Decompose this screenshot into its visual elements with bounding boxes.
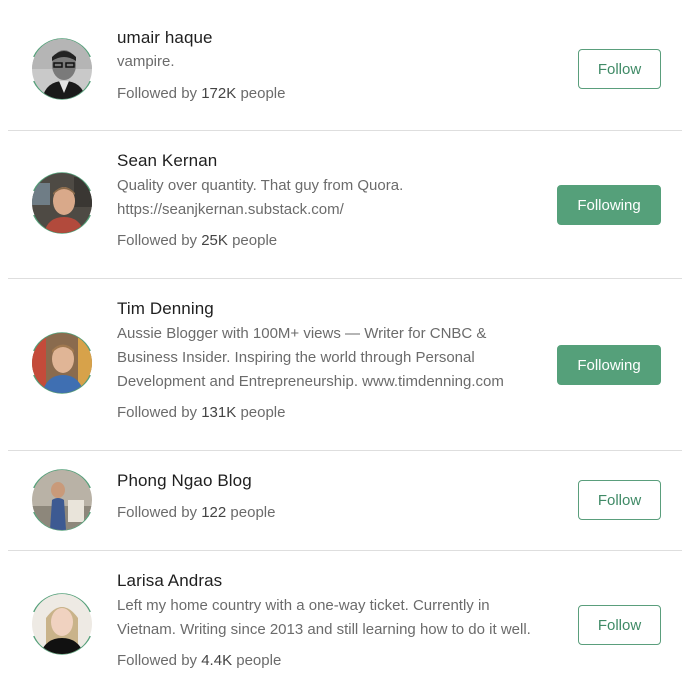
followed-prefix: Followed by [117,85,198,102]
person-name[interactable]: Larisa Andras [117,571,222,591]
followed-prefix: Followed by [117,652,198,669]
followed-by-text: Followed by 172K people [117,85,285,102]
bio-line: https://seanjkernan.substack.com/ [117,201,344,218]
person-bio: Left my home country with a one-way tick… [117,594,537,642]
list-item: Sean Kernan Quality over quantity. That … [0,131,700,278]
followed-prefix: Followed by [117,504,198,521]
follower-count: 122 [201,504,227,521]
bio-line: Business Insider. Inspiring the world th… [117,349,475,366]
person-name[interactable]: Phong Ngao Blog [117,471,252,491]
bio-line: Left my home country with a one-way tick… [117,597,490,614]
followed-by-text: Followed by 25K people [117,232,277,249]
avatar-photo [32,173,92,233]
avatar-photo [32,470,92,530]
follow-button[interactable]: Follow [578,480,661,520]
follow-button[interactable]: Follow [578,605,661,645]
person-bio: Quality over quantity. That guy from Quo… [117,174,537,222]
followed-prefix: Followed by [117,232,198,249]
follow-button[interactable]: Follow [578,49,661,89]
bio-line: Vietnam. Writing since 2013 and still le… [117,621,531,638]
followed-prefix: Followed by [117,404,198,421]
list-item: Tim Denning Aussie Blogger with 100M+ vi… [0,279,700,450]
bio-line: Aussie Blogger with 100M+ views — Writer… [117,325,487,342]
person-bio: vampire. [117,50,537,74]
avatar[interactable] [28,590,96,658]
person-name[interactable]: Tim Denning [117,299,214,319]
followed-suffix: people [240,85,286,102]
list-item: Larisa Andras Left my home country with … [0,551,700,678]
avatar[interactable] [28,466,96,534]
followed-by-text: Followed by 131K people [117,404,285,421]
followed-suffix: people [236,652,282,669]
follower-count: 131K [201,404,237,421]
followed-suffix: people [232,232,278,249]
person-bio: Aussie Blogger with 100M+ views — Writer… [117,322,537,394]
avatar-photo [32,39,92,99]
people-list: umair haque vampire. Followed by 172K pe… [0,0,700,678]
bio-line: vampire. [117,53,175,70]
person-name[interactable]: Sean Kernan [117,151,217,171]
avatar-photo [32,333,92,393]
followed-by-text: Followed by 122 people [117,504,275,521]
list-item: umair haque vampire. Followed by 172K pe… [0,0,700,131]
list-item: Phong Ngao Blog Followed by 122 people F… [0,451,700,550]
avatar[interactable] [28,35,96,103]
following-button[interactable]: Following [557,185,661,225]
following-button[interactable]: Following [557,345,661,385]
avatar[interactable] [28,169,96,237]
followed-by-text: Followed by 4.4K people [117,652,281,669]
bio-line: Development and Entrepreneurship. www.ti… [117,373,504,390]
avatar-photo [32,594,92,654]
bio-line: Quality over quantity. That guy from Quo… [117,177,404,194]
follower-count: 4.4K [201,652,233,669]
follower-count: 25K [201,232,228,249]
avatar[interactable] [28,329,96,397]
follower-count: 172K [201,85,237,102]
followed-suffix: people [230,504,276,521]
followed-suffix: people [240,404,286,421]
person-name[interactable]: umair haque [117,28,213,48]
